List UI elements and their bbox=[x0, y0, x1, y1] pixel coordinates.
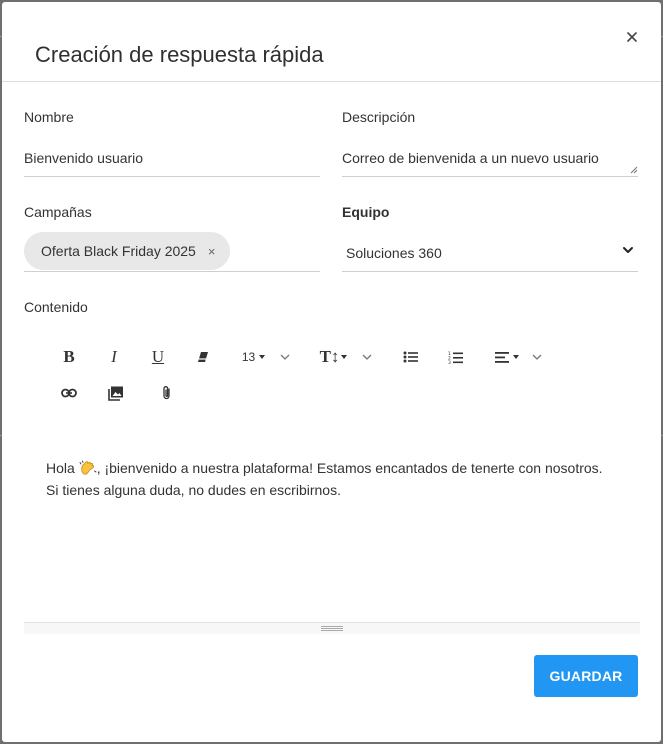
underline-button[interactable]: U bbox=[147, 344, 169, 370]
bold-button[interactable]: B bbox=[58, 344, 80, 370]
numbered-list-button[interactable]: 1 2 3 bbox=[445, 344, 467, 370]
chevron-down-icon[interactable] bbox=[362, 353, 372, 361]
dialog-header: Creación de respuesta rápida bbox=[2, 2, 661, 82]
chevron-down-icon[interactable] bbox=[532, 353, 542, 361]
image-button[interactable] bbox=[105, 380, 127, 406]
caret-down-icon bbox=[512, 355, 519, 359]
close-icon[interactable] bbox=[625, 30, 639, 44]
text-size-button[interactable]: T↕ bbox=[318, 344, 350, 370]
clear-format-button[interactable] bbox=[192, 344, 214, 370]
editor-line: Si tienes alguna duda, no dudes en escri… bbox=[46, 482, 341, 498]
link-icon bbox=[61, 388, 77, 398]
nombre-label: Nombre bbox=[24, 109, 74, 125]
campanas-label: Campañas bbox=[24, 204, 92, 220]
quick-reply-dialog: Creación de respuesta rápida Nombre Bien… bbox=[2, 2, 661, 742]
caret-down-icon bbox=[341, 355, 348, 359]
editor-resize-bar[interactable] bbox=[24, 622, 640, 634]
paperclip-icon bbox=[163, 386, 170, 400]
italic-button[interactable]: I bbox=[103, 344, 125, 370]
equipo-select[interactable]: Soluciones 360 bbox=[342, 232, 638, 272]
image-icon bbox=[108, 386, 123, 401]
bullet-list-icon bbox=[403, 351, 418, 363]
editor-text: Hola bbox=[46, 460, 79, 476]
editor-text: , ¡bienvenido a nuestra plataforma! Esta… bbox=[96, 460, 603, 476]
chip-remove-icon[interactable]: × bbox=[208, 244, 216, 259]
textarea-resize-icon[interactable] bbox=[630, 166, 638, 174]
eraser-icon bbox=[198, 352, 208, 362]
bullet-list-button[interactable] bbox=[400, 344, 422, 370]
caret-down-icon bbox=[259, 355, 266, 359]
font-size-value: 13 bbox=[241, 350, 256, 364]
campanas-field[interactable]: Oferta Black Friday 2025 × bbox=[24, 232, 320, 272]
contenido-label: Contenido bbox=[24, 299, 88, 315]
descripcion-value: Correo de bienvenida a un nuevo usuario bbox=[342, 150, 599, 166]
nombre-value: Bienvenido usuario bbox=[24, 150, 144, 166]
clapping-hands-emoji bbox=[79, 460, 97, 475]
svg-text:3: 3 bbox=[448, 360, 451, 364]
chevron-down-icon[interactable] bbox=[280, 353, 290, 361]
editor-content[interactable]: Hola , ¡bienvenido a nuestra plataforma!… bbox=[46, 457, 646, 501]
editor-line: Hola , ¡bienvenido a nuestra plataforma!… bbox=[46, 457, 646, 479]
equipo-selected-value: Soluciones 360 bbox=[346, 245, 442, 261]
chevron-down-icon bbox=[623, 247, 633, 253]
campaign-chip-label: Oferta Black Friday 2025 bbox=[41, 243, 196, 259]
descripcion-textarea[interactable]: Correo de bienvenida a un nuevo usuario bbox=[342, 137, 638, 177]
link-button[interactable] bbox=[58, 380, 80, 406]
text-size-icon: T↕ bbox=[319, 347, 340, 366]
font-size-dropdown[interactable]: 13 bbox=[238, 344, 270, 370]
align-dropdown[interactable] bbox=[492, 344, 522, 370]
equipo-label: Equipo bbox=[342, 204, 390, 220]
attach-button[interactable] bbox=[156, 380, 178, 406]
campaign-chip: Oferta Black Friday 2025 × bbox=[24, 232, 231, 270]
nombre-field[interactable]: Bienvenido usuario bbox=[24, 137, 320, 177]
numbered-list-icon: 1 2 3 bbox=[448, 351, 463, 364]
align-icon bbox=[494, 351, 509, 363]
resize-grip-icon bbox=[321, 626, 343, 631]
descripcion-label: Descripción bbox=[342, 109, 416, 125]
dialog-title: Creación de respuesta rápida bbox=[35, 42, 324, 67]
save-button[interactable]: GUARDAR bbox=[534, 655, 638, 697]
